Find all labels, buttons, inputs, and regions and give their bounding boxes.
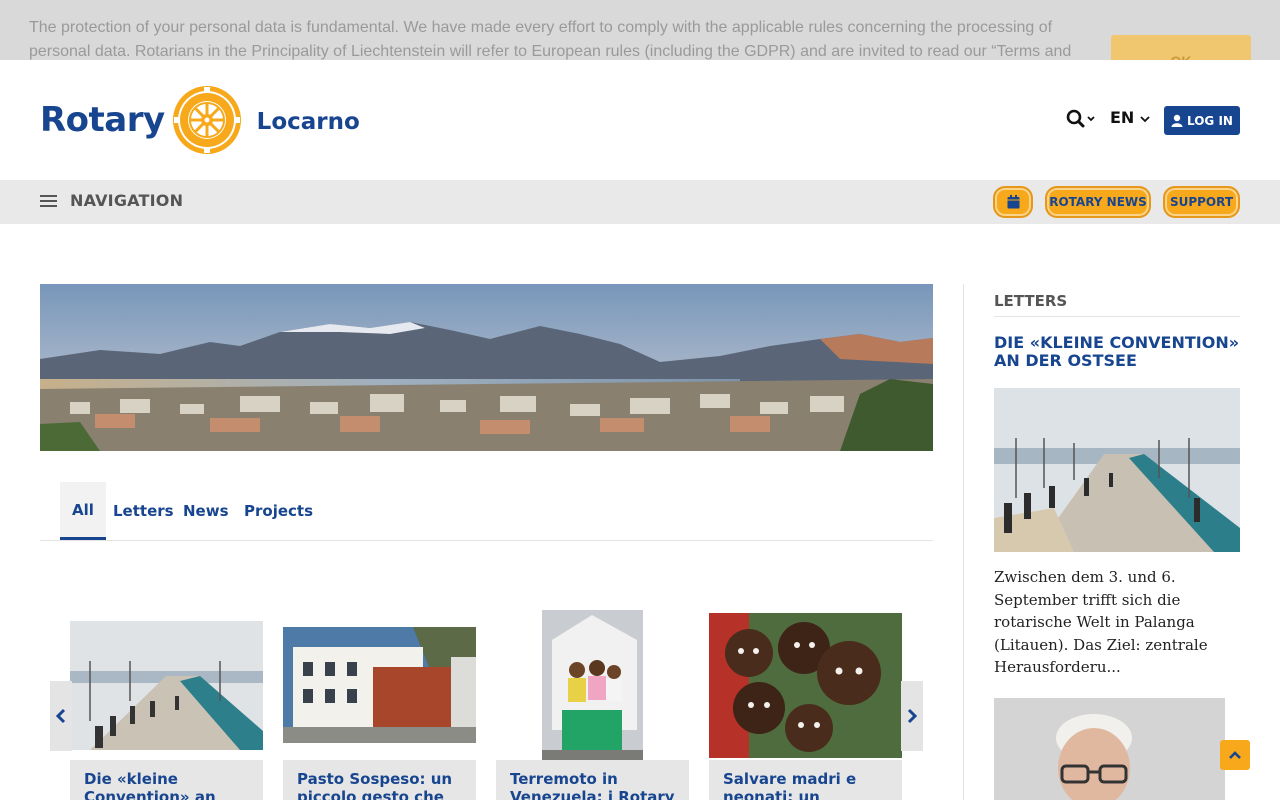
card-title: Die «kleine Convention» an der Ostsee — [70, 760, 263, 800]
navigation-toggle[interactable]: NAVIGATION — [40, 191, 183, 210]
card-image — [283, 627, 476, 743]
rotary-wheel-icon — [172, 86, 241, 154]
language-code: EN — [1110, 108, 1135, 127]
cookie-ok-button[interactable]: OK — [1111, 35, 1251, 60]
sidebar-portrait-image[interactable] — [994, 698, 1225, 800]
login-label: LOG IN — [1187, 113, 1233, 128]
carousel-next-button[interactable] — [901, 681, 923, 751]
tab-all[interactable]: All — [60, 482, 106, 540]
card-title: Salvare madri e neonati: un progetto con… — [709, 760, 902, 800]
back-to-top-button[interactable] — [1220, 740, 1250, 770]
cookie-text: The protection of your personal data is … — [29, 19, 1072, 60]
logo-wordmark: Rotary — [40, 100, 165, 140]
sidebar-article-title[interactable]: DIE «KLEINE CONVENTION» AN DER OSTSEE — [994, 334, 1240, 370]
card-image — [70, 621, 263, 750]
search-toggle[interactable] — [1066, 108, 1100, 130]
card-image — [542, 610, 643, 760]
card-image — [709, 613, 902, 758]
sidebar-article-image[interactable] — [994, 388, 1240, 552]
article-carousel: Die «kleine Convention» an der Ostsee Pa… — [50, 600, 923, 800]
site-header: Rotary Locarno EN LOG IN — [0, 60, 1280, 180]
search-icon — [1066, 109, 1095, 128]
navigation-label: NAVIGATION — [70, 191, 184, 210]
category-tabs: All Letters News Projects — [40, 482, 933, 541]
hamburger-icon — [40, 194, 57, 207]
language-selector[interactable]: EN — [1110, 108, 1150, 127]
rotary-news-button[interactable]: ROTARY NEWS — [1045, 186, 1151, 218]
support-button[interactable]: SUPPORT — [1163, 186, 1240, 218]
login-button[interactable]: LOG IN — [1164, 106, 1240, 135]
chevron-left-icon — [56, 708, 66, 724]
column-divider — [963, 284, 964, 800]
tab-projects[interactable]: Projects — [232, 482, 325, 540]
hero-image — [40, 284, 933, 451]
tab-news[interactable]: News — [171, 482, 241, 540]
user-icon — [1171, 114, 1183, 127]
rotary-logo[interactable]: Rotary Locarno — [40, 84, 360, 156]
sidebar-article-excerpt: Zwischen dem 3. und 6. September trifft … — [994, 568, 1208, 676]
card-title: Pasto Sospeso: un piccolo gesto che — [283, 760, 476, 800]
sidebar-heading: LETTERS — [994, 292, 1240, 317]
nav-bar: NAVIGATION ROTARY NEWS SUPPORT — [0, 180, 1280, 224]
club-name: Locarno — [256, 109, 360, 135]
calendar-icon — [1007, 195, 1019, 209]
chevron-up-icon — [1229, 751, 1241, 759]
card-title: Terremoto in Venezuela: i Rotary Club ti… — [496, 760, 689, 800]
cookie-banner: The protection of your personal data is … — [0, 0, 1280, 60]
calendar-button[interactable] — [993, 186, 1033, 218]
chevron-right-icon — [907, 708, 917, 724]
chevron-down-icon — [1140, 116, 1150, 123]
carousel-prev-button[interactable] — [50, 681, 72, 751]
